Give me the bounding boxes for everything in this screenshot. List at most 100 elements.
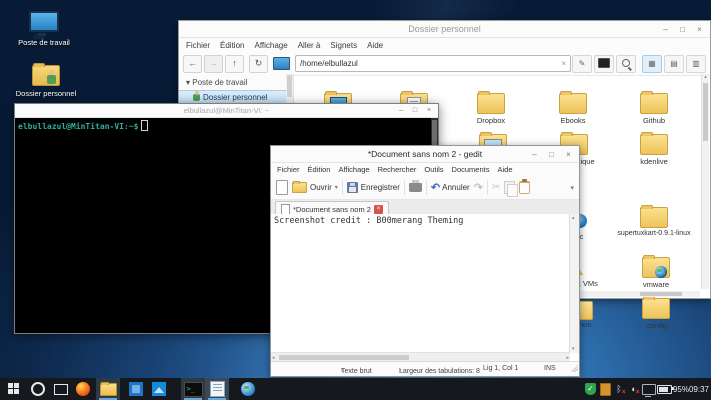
up-button[interactable]: ↑ [225, 55, 244, 73]
folder-icon [642, 298, 670, 319]
home-folder-icon [32, 65, 60, 86]
resize-grip[interactable] [571, 365, 578, 372]
undo-icon: ↶ [431, 181, 440, 194]
desktop-icon-computer[interactable]: Poste de travail [13, 11, 75, 47]
tray-battery[interactable] [656, 378, 672, 400]
close-button[interactable]: × [422, 107, 436, 114]
toolbar-overflow-button[interactable]: ▾ [570, 184, 574, 192]
redo-button[interactable]: ↷ [474, 181, 483, 194]
bluetooth-icon: ᛒ× [616, 384, 621, 394]
file-manager-titlebar[interactable]: Dossier personnel – □ × [179, 21, 710, 38]
text-editor-area[interactable]: Screenshot credit : B00merang Theming [271, 214, 570, 353]
taskbar-item-store[interactable] [124, 378, 148, 400]
menu-aide[interactable]: Aide [367, 41, 383, 50]
menu-outils[interactable]: Outils [424, 165, 443, 174]
print-button[interactable] [409, 183, 422, 192]
folder-icon [640, 207, 668, 228]
taskbar-item-browser-globe[interactable] [236, 378, 260, 400]
terminal-titlebar[interactable]: elbullazul@MinTitan-VI: ~ – □ × [15, 104, 438, 118]
forward-button[interactable]: → [204, 55, 223, 73]
folder-item-kdenlive[interactable]: kdenlive [618, 134, 690, 166]
maximize-button[interactable]: □ [674, 25, 691, 34]
tray-network[interactable] [641, 378, 656, 400]
desktop-icon-label: Poste de travail [13, 38, 75, 47]
tray-volume-muted[interactable]: ◖× [626, 378, 640, 400]
menu-fichier[interactable]: Fichier [277, 165, 300, 174]
folder-item-ebooks[interactable]: Ebooks [537, 93, 609, 125]
minimize-button[interactable]: – [394, 107, 408, 114]
menu-fichier[interactable]: Fichier [186, 41, 210, 50]
folder-item-dropbox[interactable]: Dropbox [455, 93, 527, 125]
save-icon [347, 182, 358, 193]
menu-edition[interactable]: Édition [220, 41, 244, 50]
maximize-button[interactable]: □ [543, 150, 560, 159]
close-button[interactable]: × [560, 150, 577, 159]
editor-vertical-scrollbar[interactable]: ▴▾ [569, 214, 579, 353]
computer-location-icon[interactable] [273, 57, 290, 70]
folder-label-fragment[interactable]: x VMs [577, 279, 598, 288]
close-button[interactable]: × [691, 25, 708, 34]
folder-icon [100, 383, 117, 396]
open-button[interactable]: Ouvrir ▾ [292, 182, 338, 193]
taskbar-item-files[interactable] [96, 378, 120, 400]
icon-view-button[interactable]: ▦ [642, 55, 662, 73]
folder-item-supertuxkart[interactable]: supertuxkart-0.9.1-linux [592, 207, 711, 237]
clock[interactable]: 09:37 [688, 378, 710, 400]
tab-close-button[interactable]: × [374, 205, 383, 214]
expander-icon[interactable]: ▾ [186, 78, 190, 87]
taskbar-item-gedit[interactable] [205, 378, 229, 400]
tray-bluetooth-disabled[interactable]: ᛒ× [612, 378, 626, 400]
minimize-button[interactable]: – [657, 25, 674, 34]
search-button[interactable] [26, 378, 50, 400]
tray-security-shield[interactable]: ✓ [583, 378, 598, 400]
menu-aide[interactable]: Aide [497, 165, 512, 174]
cut-button[interactable]: ✂ [492, 182, 500, 193]
sidebar-item-computer[interactable]: ▾ Poste de travail [179, 74, 286, 90]
undo-button[interactable]: ↶ Annuler [431, 181, 470, 194]
clear-address-icon[interactable]: × [561, 59, 566, 68]
menu-affichage[interactable]: Affichage [254, 41, 287, 50]
muted-x-icon: × [636, 389, 640, 396]
address-bar-input[interactable] [295, 55, 571, 72]
menu-documents[interactable]: Documents [452, 165, 490, 174]
computer-icon [29, 11, 59, 32]
menu-aller-a[interactable]: Aller à [298, 41, 321, 50]
gedit-window: *Document sans nom 2 - gedit – □ × Fichi… [270, 145, 580, 377]
person-icon [47, 75, 56, 84]
windows-logo-icon [8, 383, 20, 395]
new-document-button[interactable] [276, 180, 288, 195]
back-button[interactable]: ← [183, 55, 202, 73]
battery-icon [657, 385, 672, 394]
paste-button[interactable] [519, 181, 530, 194]
folder-icon [559, 93, 587, 114]
open-terminal-button[interactable] [594, 55, 614, 73]
menu-edition[interactable]: Édition [308, 165, 331, 174]
folder-label-fragment[interactable]: non [579, 320, 592, 329]
vertical-scrollbar[interactable]: ▴ [701, 74, 709, 289]
gedit-titlebar[interactable]: *Document sans nom 2 - gedit – □ × [271, 146, 579, 163]
start-button[interactable] [2, 378, 26, 400]
taskbar-item-photos[interactable] [147, 378, 171, 400]
desktop-icon-home-folder[interactable]: Dossier personnel [15, 65, 77, 98]
refresh-button[interactable]: ↻ [249, 55, 268, 73]
tray-clipboard[interactable] [598, 378, 612, 400]
firefox-icon [76, 382, 90, 396]
search-button[interactable] [616, 55, 636, 73]
compact-view-button[interactable]: ▥ [686, 55, 706, 73]
taskbar-item-firefox[interactable] [71, 378, 95, 400]
menu-signets[interactable]: Signets [330, 41, 357, 50]
minimize-button[interactable]: – [526, 150, 543, 159]
folder-item-vmware[interactable]: vmware [620, 257, 692, 289]
task-view-button[interactable] [49, 378, 73, 400]
folder-item-config[interactable]: .config [620, 298, 692, 330]
copy-button[interactable] [504, 181, 515, 194]
list-view-button[interactable]: ▤ [664, 55, 684, 73]
menu-rechercher[interactable]: Rechercher [378, 165, 417, 174]
gedit-menubar: Fichier Édition Affichage Rechercher Out… [271, 163, 579, 176]
save-button[interactable]: Enregistrer [347, 182, 400, 193]
folder-item-github[interactable]: Github [618, 93, 690, 125]
taskbar-item-terminal[interactable]: >_ [181, 378, 205, 400]
edit-location-button[interactable]: ✎ [572, 55, 592, 73]
maximize-button[interactable]: □ [408, 107, 422, 114]
menu-affichage[interactable]: Affichage [338, 165, 369, 174]
